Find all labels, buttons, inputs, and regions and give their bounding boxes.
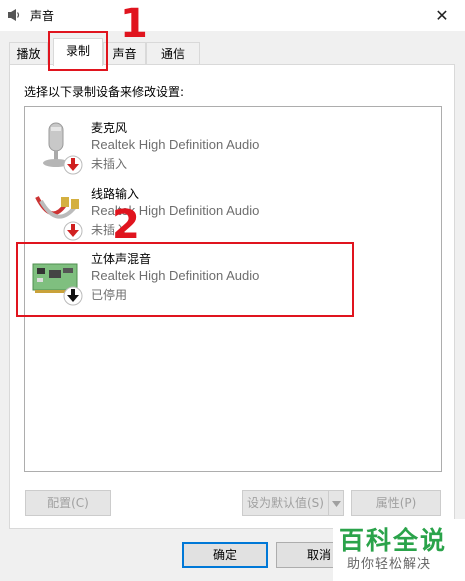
annotation-number-2: 2 <box>112 202 140 248</box>
device-name: 线路输入 <box>91 187 140 201</box>
line-in-cable-icon <box>35 196 83 241</box>
tab-label: 声音 <box>112 47 137 61</box>
device-driver: Realtek High Definition Audio <box>91 137 260 152</box>
watermark-slogan: 助你轻松解决 <box>347 557 432 572</box>
device-stereo-mix[interactable]: 立体声混音 Realtek High Definition Audio 已停用 <box>25 248 441 310</box>
tab-communications[interactable]: 通信 <box>146 42 200 65</box>
tab-playback[interactable]: 播放 <box>9 42 48 65</box>
device-list[interactable]: 麦克风 Realtek High Definition Audio 未插入 线路… <box>24 106 442 472</box>
device-status: 未插入 <box>91 157 128 171</box>
title-bar: 声音 ✕ <box>0 0 465 31</box>
configure-button[interactable]: 配置(C) <box>25 490 111 516</box>
ok-button[interactable]: 确定 <box>182 542 268 568</box>
window-title: 声音 <box>30 9 55 23</box>
sound-card-icon <box>32 263 83 306</box>
tab-recording[interactable]: 录制 <box>53 38 103 66</box>
annotation-number-1: 1 <box>120 1 148 47</box>
set-default-button[interactable]: 设为默认值(S) <box>242 490 328 516</box>
watermark: 百科全说 助你轻松解决 <box>333 519 465 581</box>
device-line-in[interactable]: 线路输入 Realtek High Definition Audio 未插入 <box>25 183 441 245</box>
watermark-logo-text: 百科全说 <box>339 526 448 555</box>
device-microphone[interactable]: 麦克风 Realtek High Definition Audio 未插入 <box>25 117 441 179</box>
tab-label: 播放 <box>16 47 41 61</box>
device-driver: Realtek High Definition Audio <box>91 268 260 283</box>
device-status: 已停用 <box>91 288 128 302</box>
set-default-dropdown[interactable] <box>328 490 344 516</box>
close-icon: ✕ <box>435 6 449 25</box>
microphone-icon <box>43 122 83 175</box>
tab-label: 录制 <box>65 44 90 58</box>
properties-button[interactable]: 属性(P) <box>351 490 441 516</box>
close-button[interactable]: ✕ <box>419 0 465 31</box>
device-name: 麦克风 <box>91 121 128 135</box>
chevron-down-icon <box>331 501 341 507</box>
device-name: 立体声混音 <box>91 252 152 266</box>
tab-label: 通信 <box>160 47 185 61</box>
instruction-text: 选择以下录制设备来修改设置: <box>24 85 185 99</box>
speaker-icon <box>8 9 20 21</box>
